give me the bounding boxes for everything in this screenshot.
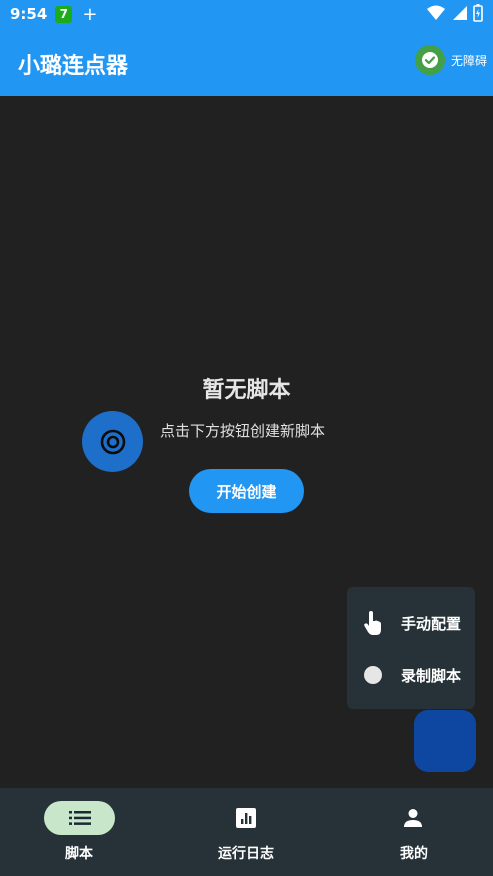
status-plus-icon: + xyxy=(82,3,98,25)
speed-dial-menu: 手动配置 录制脚本 xyxy=(347,587,475,709)
wifi-icon xyxy=(427,5,445,25)
list-icon xyxy=(68,806,92,830)
nav-label: 运行日志 xyxy=(218,846,274,862)
signal-icon xyxy=(451,5,467,25)
nav-label: 我的 xyxy=(400,846,428,862)
empty-state-subtitle: 点击下方按钮创建新脚本 xyxy=(160,422,326,440)
person-icon xyxy=(401,806,425,830)
notification-badge-icon: 7 xyxy=(55,5,73,23)
nav-label: 脚本 xyxy=(65,846,93,862)
fab-main-button[interactable] xyxy=(414,710,476,772)
dial-item-manual-config[interactable]: 手动配置 xyxy=(347,598,475,648)
hand-pointer-icon xyxy=(361,611,385,635)
app-title: 小璐连点器 xyxy=(18,54,129,79)
target-icon xyxy=(100,429,125,454)
nav-item-scripts[interactable]: 脚本 xyxy=(0,788,164,876)
bottom-nav: 脚本 运行日志 我的 xyxy=(0,788,493,876)
status-time: 9:54 xyxy=(10,5,48,23)
dial-item-record-script[interactable]: 录制脚本 xyxy=(347,650,475,700)
start-create-button[interactable]: 开始创建 xyxy=(189,469,304,513)
floating-target-button[interactable] xyxy=(82,411,143,472)
app-bar: 小璐连点器 无障碍 xyxy=(0,28,493,96)
check-circle-icon xyxy=(414,45,445,75)
accessibility-label: 无障碍 xyxy=(450,53,487,68)
record-dot-icon xyxy=(361,663,385,687)
nav-item-run-log[interactable]: 运行日志 xyxy=(164,788,328,876)
accessibility-status[interactable]: 无障碍 xyxy=(414,45,487,75)
dial-item-label: 手动配置 xyxy=(401,614,462,633)
status-bar: 9:54 7 + xyxy=(0,0,493,28)
nav-item-mine[interactable]: 我的 xyxy=(329,788,493,876)
dial-item-label: 录制脚本 xyxy=(401,666,462,685)
status-icons xyxy=(427,4,483,26)
chart-icon xyxy=(234,806,258,830)
battery-icon xyxy=(473,4,483,26)
empty-state-title: 暂无脚本 xyxy=(202,378,291,403)
